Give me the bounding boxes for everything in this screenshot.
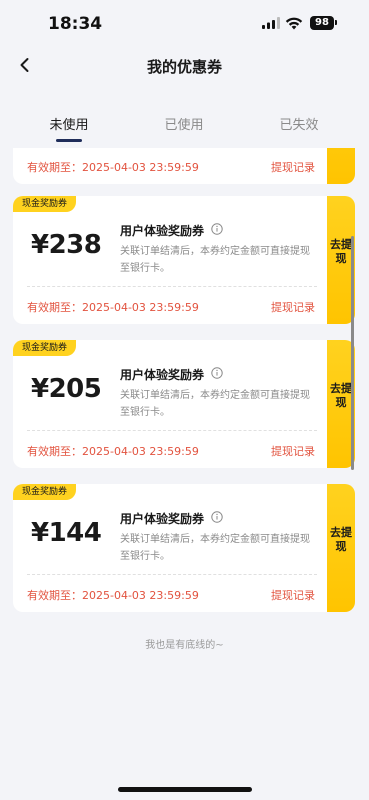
withdraw-record-link[interactable]: 提现记录 xyxy=(271,159,315,175)
coupon-card-body: 现金奖励券 ¥144 用户体验奖励券 关联订单结清后，本券约定金额可直接提现至银… xyxy=(13,484,329,612)
coupon-card-body: 现金奖励券 ¥238 用户体验奖励券 关联订单结清后，本券约定金额可直接提现至银… xyxy=(13,196,329,324)
signal-icon xyxy=(262,17,280,29)
withdraw-button-label: 去提现 xyxy=(330,526,352,553)
wifi-icon xyxy=(285,17,303,30)
info-icon[interactable] xyxy=(211,223,223,235)
coupon-card: 有效期至：2025-04-03 23:59:59 提现记录 xyxy=(13,148,355,184)
coupon-card-body: 现金奖励券 ¥205 用户体验奖励券 关联订单结清后，本券约定金额可直接提现至银… xyxy=(13,340,329,468)
coupon-description: 关联订单结清后，本券约定金额可直接提现至银行卡。 xyxy=(120,534,310,562)
coupon-name: 用户体验奖励券 xyxy=(120,512,205,526)
coupon-name: 用户体验奖励券 xyxy=(120,368,205,382)
info-icon[interactable] xyxy=(211,511,223,523)
coupon-amount: ¥238 xyxy=(31,230,102,260)
coupon-tabs: 未使用 已使用 已失效 xyxy=(0,106,369,146)
withdraw-record-link[interactable]: 提现记录 xyxy=(271,587,315,603)
coupon-amount: ¥205 xyxy=(31,374,102,404)
coupon-card-body: 有效期至：2025-04-03 23:59:59 提现记录 xyxy=(13,148,329,184)
status-time: 18:34 xyxy=(48,14,103,34)
expiry-date: 有效期至：2025-04-03 23:59:59 xyxy=(27,445,199,458)
tab-expired[interactable]: 已失效 xyxy=(259,114,339,133)
nav-header: 我的优惠券 xyxy=(0,46,369,86)
coupon-card: 现金奖励券 ¥238 用户体验奖励券 关联订单结清后，本券约定金额可直接提现至银… xyxy=(13,196,355,324)
coupon-type-badge: 现金奖励券 xyxy=(13,484,77,500)
battery-tip xyxy=(335,20,337,25)
battery-icon: 98 xyxy=(310,16,334,30)
coupon-card: 现金奖励券 ¥205 用户体验奖励券 关联订单结清后，本券约定金额可直接提现至银… xyxy=(13,340,355,468)
tab-active-indicator xyxy=(56,139,82,142)
coupon-list[interactable]: 有效期至：2025-04-03 23:59:59 提现记录 现金奖励券 ¥238… xyxy=(0,148,369,800)
page-title: 我的优惠券 xyxy=(146,58,222,76)
withdraw-button[interactable]: 去提现 xyxy=(327,484,355,612)
withdraw-button[interactable] xyxy=(327,148,355,184)
info-icon[interactable] xyxy=(211,367,223,379)
coupon-description: 关联订单结清后，本券约定金额可直接提现至银行卡。 xyxy=(120,390,310,418)
dashed-divider xyxy=(27,574,317,575)
coupon-name: 用户体验奖励券 xyxy=(120,224,205,238)
coupon-amount: ¥144 xyxy=(31,518,102,548)
expiry-date: 有效期至：2025-04-03 23:59:59 xyxy=(27,301,199,314)
status-bar: 18:34 98 xyxy=(0,0,369,46)
coupon-description: 关联订单结清后，本券约定金额可直接提现至银行卡。 xyxy=(120,246,310,274)
end-of-list-note: 我也是有底线的~ xyxy=(145,640,224,651)
expiry-date: 有效期至：2025-04-03 23:59:59 xyxy=(27,161,199,174)
coupon-type-badge: 现金奖励券 xyxy=(13,340,77,356)
dashed-divider xyxy=(27,430,317,431)
tab-unused[interactable]: 未使用 xyxy=(29,114,109,133)
home-indicator[interactable] xyxy=(118,787,252,792)
dashed-divider xyxy=(27,286,317,287)
coupon-type-badge: 现金奖励券 xyxy=(13,196,77,212)
withdraw-record-link[interactable]: 提现记录 xyxy=(271,443,315,459)
coupon-card: 现金奖励券 ¥144 用户体验奖励券 关联订单结清后，本券约定金额可直接提现至银… xyxy=(13,484,355,612)
tab-used[interactable]: 已使用 xyxy=(144,114,224,133)
expiry-date: 有效期至：2025-04-03 23:59:59 xyxy=(27,589,199,602)
withdraw-record-link[interactable]: 提现记录 xyxy=(271,299,315,315)
scrollbar[interactable] xyxy=(351,236,354,470)
